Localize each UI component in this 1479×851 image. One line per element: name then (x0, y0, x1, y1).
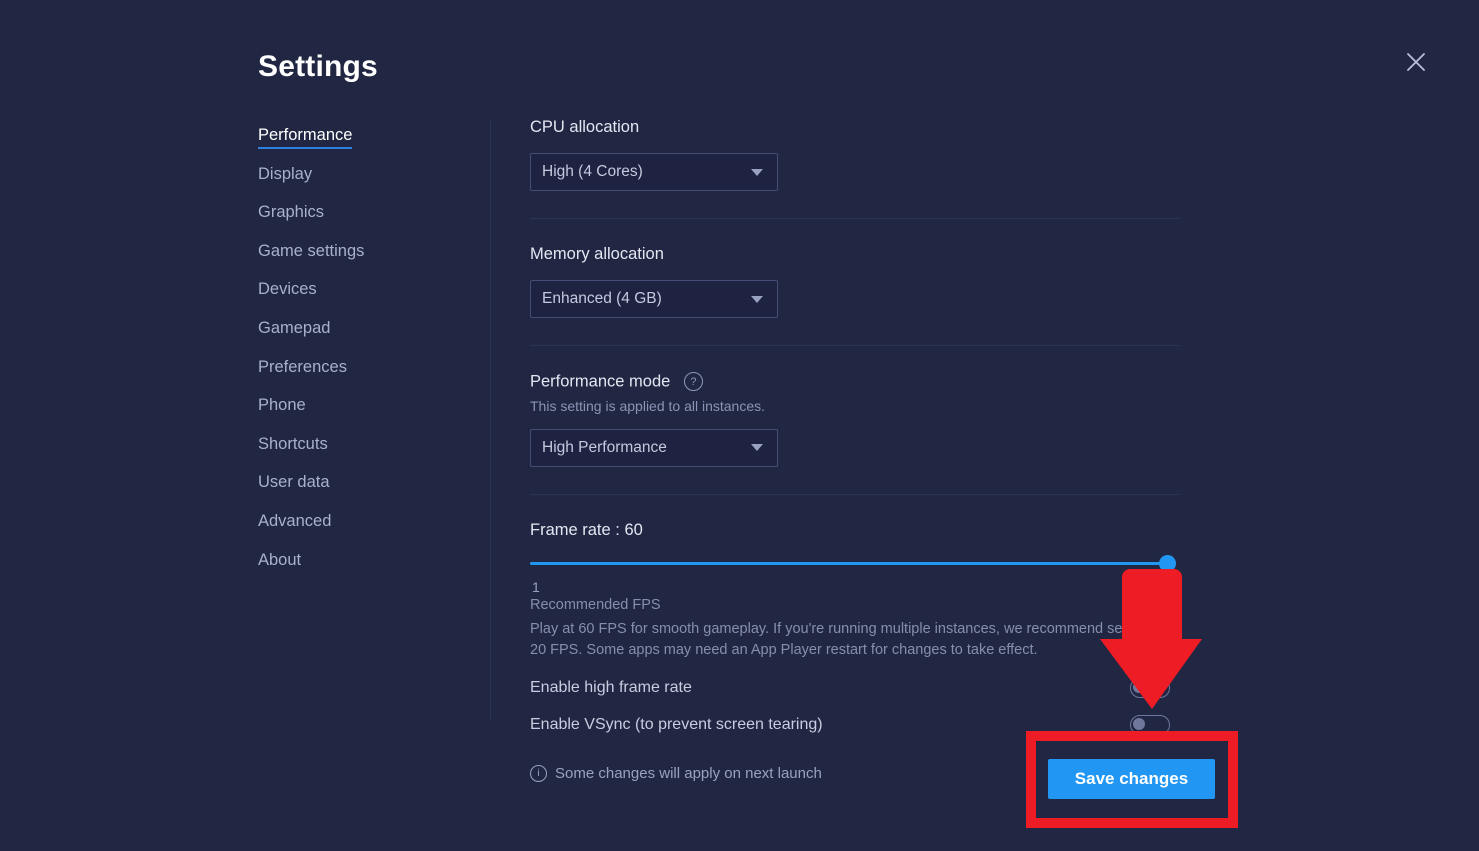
sidebar-item-preferences[interactable]: Preferences (258, 358, 347, 379)
chevron-down-icon (751, 169, 763, 176)
page-title: Settings (258, 50, 378, 84)
sidebar-divider (490, 120, 491, 720)
save-changes-button[interactable]: Save changes (1048, 759, 1215, 799)
performance-mode-label-row: Performance mode ? (530, 372, 1182, 392)
frame-rate-slider[interactable] (530, 557, 1167, 571)
enable-high-frame-rate-label: Enable high frame rate (530, 679, 692, 697)
sidebar-item-phone[interactable]: Phone (258, 396, 306, 417)
sidebar-item-shortcuts[interactable]: Shortcuts (258, 435, 328, 456)
sidebar-item-graphics[interactable]: Graphics (258, 203, 324, 224)
cpu-allocation-label: CPU allocation (530, 118, 1182, 137)
sidebar-item-devices[interactable]: Devices (258, 280, 317, 301)
memory-allocation-select[interactable]: Enhanced (4 GB) (530, 280, 778, 318)
enable-vsync-label: Enable VSync (to prevent screen tearing) (530, 716, 823, 734)
memory-allocation-value: Enhanced (4 GB) (542, 290, 751, 308)
performance-mode-select[interactable]: High Performance (530, 429, 778, 467)
sidebar-item-advanced[interactable]: Advanced (258, 512, 331, 533)
sidebar-item-display[interactable]: Display (258, 165, 312, 186)
sidebar-row: User data (258, 473, 458, 512)
recommended-fps-title: Recommended FPS (530, 597, 1182, 613)
close-icon[interactable] (1400, 46, 1432, 78)
sidebar-row: Phone (258, 396, 458, 435)
sidebar-row: Preferences (258, 358, 458, 397)
toggle-knob (1133, 718, 1145, 730)
sidebar-row: Shortcuts (258, 435, 458, 474)
sidebar-item-gamepad[interactable]: Gamepad (258, 319, 330, 340)
enable-vsync-toggle[interactable] (1130, 715, 1170, 735)
slider-fill (530, 562, 1167, 565)
sidebar-row: Graphics (258, 203, 458, 242)
sidebar-item-performance[interactable]: Performance (258, 126, 352, 149)
performance-mode-value: High Performance (542, 439, 751, 457)
sidebar-row: Devices (258, 280, 458, 319)
chevron-down-icon (751, 444, 763, 451)
slider-thumb[interactable] (1159, 555, 1176, 572)
frame-rate-label: Frame rate : 60 (530, 521, 1182, 540)
next-launch-note: i Some changes will apply on next launch (530, 765, 822, 782)
enable-high-frame-rate-toggle[interactable] (1130, 678, 1170, 698)
sidebar-row: Game settings (258, 242, 458, 281)
sidebar-row: Performance (258, 126, 458, 165)
settings-content: CPU allocation High (4 Cores) Memory all… (530, 118, 1182, 735)
next-launch-note-text: Some changes will apply on next launch (555, 765, 822, 782)
performance-mode-section: Performance mode ? This setting is appli… (530, 372, 1182, 467)
section-divider (530, 345, 1180, 346)
memory-allocation-label: Memory allocation (530, 245, 1182, 264)
settings-sidebar: Performance Display Graphics Game settin… (258, 126, 458, 589)
enable-vsync-row: Enable VSync (to prevent screen tearing) (530, 715, 1170, 735)
cpu-allocation-value: High (4 Cores) (542, 163, 751, 181)
section-divider (530, 494, 1180, 495)
sidebar-item-game-settings[interactable]: Game settings (258, 242, 364, 263)
slider-max-label: 60 (1151, 579, 1167, 595)
info-circle-icon: i (530, 765, 547, 782)
sidebar-row: Advanced (258, 512, 458, 551)
memory-allocation-section: Memory allocation Enhanced (4 GB) (530, 245, 1182, 318)
cpu-allocation-select[interactable]: High (4 Cores) (530, 153, 778, 191)
sidebar-row: Display (258, 165, 458, 204)
enable-high-frame-rate-row: Enable high frame rate (530, 678, 1170, 698)
question-mark-icon[interactable]: ? (684, 372, 703, 391)
section-divider (530, 218, 1180, 219)
sidebar-item-about[interactable]: About (258, 551, 301, 572)
toggle-knob (1133, 681, 1145, 693)
performance-mode-note: This setting is applied to all instances… (530, 398, 1182, 414)
performance-mode-label: Performance mode (530, 373, 670, 391)
sidebar-item-user-data[interactable]: User data (258, 473, 330, 494)
settings-dialog: Settings Performance Display Graphics Ga… (0, 0, 1479, 851)
cpu-allocation-section: CPU allocation High (4 Cores) (530, 118, 1182, 191)
sidebar-row: Gamepad (258, 319, 458, 358)
slider-min-label: 1 (532, 579, 540, 595)
frame-rate-section: Frame rate : 60 1 60 Recommended FPS Pla… (530, 521, 1182, 735)
sidebar-row: About (258, 551, 458, 590)
chevron-down-icon (751, 296, 763, 303)
recommended-fps-body: Play at 60 FPS for smooth gameplay. If y… (530, 619, 1170, 661)
